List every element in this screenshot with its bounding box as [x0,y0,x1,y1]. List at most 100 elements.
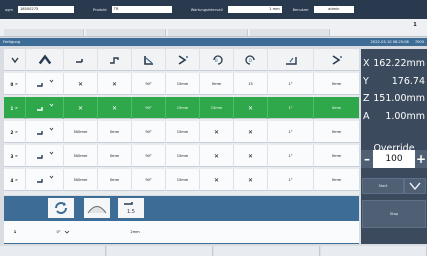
bend-direction-cell[interactable] [26,73,64,95]
bend-up-icon[interactable] [98,49,132,71]
table-cell[interactable]: 1° [268,97,314,119]
table-cell[interactable]: 1° [268,73,314,95]
product-field[interactable]: TR [111,6,172,13]
table-cell[interactable]: 90° [132,145,166,167]
menu-cell[interactable] [4,49,26,71]
coord-x: X 162.22mm [361,57,427,69]
bend-direction-cell[interactable] [26,97,64,119]
override-minus-button[interactable]: – [361,150,373,168]
table-cell[interactable]: 15mm [166,73,200,95]
table-cell[interactable]: 90° [132,97,166,119]
table-cell[interactable]: ✕ [64,97,98,119]
table-row[interactable]: 2 0° 500mm 0mm 90° 15mm ✕ ✕ 1° 0mm [4,121,359,143]
tool-row[interactable]: 1 0° 2mm [4,221,359,243]
user-field[interactable]: admin [313,6,354,13]
bend-down-icon[interactable] [64,49,98,71]
chevron-down-icon [49,175,53,179]
table-cell[interactable]: 15mm [166,97,200,119]
table-cell[interactable]: 90° [132,121,166,143]
bottom-tab-3[interactable] [214,246,320,256]
table-cell[interactable]: ✕ [200,121,234,143]
user-label: Benutzer [292,7,309,12]
chevron-down-icon [409,182,421,190]
rotate-back-icon[interactable]: D [234,49,268,71]
more-icon[interactable] [314,49,359,71]
up-arrow-icon[interactable] [26,49,64,71]
section-title: Fertigung [3,40,21,44]
bend-direction-cell[interactable] [26,121,64,143]
table-row[interactable]: 1 0° ✕ ✕ 90° 15mm 15mm ✕ 1° 0mm [4,97,359,119]
order-label: ogm [5,7,13,12]
table-cell[interactable]: 500mm [64,145,98,167]
table-cell[interactable]: ✕ [98,97,132,119]
start-button[interactable]: Start [362,178,404,194]
table-cell[interactable]: 0mm [314,169,359,191]
refresh-icon[interactable] [48,198,74,218]
svg-text:B: B [215,58,218,63]
table-cell[interactable]: 0mm [98,121,132,143]
axis-label: X [363,57,370,69]
bottom-tab-4[interactable] [321,246,427,256]
table-cell[interactable]: 500mm [64,169,98,191]
table-cell[interactable]: 1° [268,145,314,167]
secondary-bar [0,19,427,37]
axis-value: 176.74 [391,75,425,87]
sub-tab-1[interactable] [4,29,84,36]
table-cell[interactable]: 90° [132,73,166,95]
die-icon[interactable] [84,198,110,218]
table-cell[interactable]: 15mm [166,121,200,143]
table-row[interactable]: 3 0° 500mm 0mm 90° 15mm ✕ ✕ 1° 0mm [4,145,359,167]
override-plus-button[interactable]: + [415,150,427,168]
ratio-icon[interactable]: 1.5 [118,198,144,218]
table-cell[interactable]: 15mm [200,97,234,119]
table-cell[interactable]: 90° [132,169,166,191]
stop-button[interactable]: Stop [362,200,426,228]
table-row[interactable]: 0 0° ✕ ✕ 90° 15mm 0mm 15 1° 0mm [4,73,359,95]
chevron-down-icon [49,103,53,107]
axis-value: 162.22mm [373,57,425,69]
sub-tab-3[interactable] [168,29,248,36]
table-cell[interactable]: ✕ [64,73,98,95]
sub-tab-2[interactable] [86,29,166,36]
table-cell[interactable]: 15mm [166,145,200,167]
axis-value: 151.00mm [373,92,425,104]
table-cell[interactable]: ✕ [234,145,268,167]
stack-icon[interactable] [268,49,314,71]
table-cell[interactable]: 0mm [200,73,234,95]
bend-icon [36,131,43,135]
table-cell[interactable]: ✕ [98,73,132,95]
table-cell[interactable]: ✕ [234,169,268,191]
table-cell[interactable]: 500mm [64,121,98,143]
table-cell[interactable]: 0mm [314,121,359,143]
flange-icon[interactable] [166,49,200,71]
table-cell[interactable]: ✕ [234,97,268,119]
angle-icon[interactable] [132,49,166,71]
table-cell[interactable]: 1° [268,121,314,143]
bend-direction-cell[interactable] [26,169,64,191]
rotate-icon[interactable]: B [200,49,234,71]
sub-tab-4[interactable] [250,29,330,36]
tool-angle[interactable]: 0° [48,221,78,243]
bend-direction-cell[interactable] [26,145,64,167]
table-cell[interactable]: 1° [268,169,314,191]
table-cell[interactable]: ✕ [234,121,268,143]
bottom-tab-2[interactable] [107,246,213,256]
table-cell[interactable]: 0mm [314,97,359,119]
table-row[interactable]: 4 0° 500mm 0mm 90° 15mm ✕ ✕ 1° 0mm [4,169,359,191]
interval-field[interactable]: 1 mm [227,6,282,13]
order-field[interactable]: 18500275 [17,6,74,13]
bottom-tab-1[interactable] [0,246,106,256]
table-cell[interactable]: 0mm [98,169,132,191]
top-status-bar: ogm 18500275 Produkt TR Wartungsinterval… [0,0,427,19]
override-value[interactable]: 100 [373,150,415,168]
table-cell[interactable]: ✕ [200,169,234,191]
table-cell[interactable]: 0mm [314,145,359,167]
start-dropdown-button[interactable] [404,178,426,194]
table-cell[interactable]: 15mm [166,169,200,191]
table-cell[interactable]: 0mm [98,145,132,167]
product-label: Produkt [92,7,107,12]
bend-icon [36,179,43,183]
table-cell[interactable]: 0mm [314,73,359,95]
table-cell[interactable]: ✕ [200,145,234,167]
table-cell[interactable]: 15 [234,73,268,95]
